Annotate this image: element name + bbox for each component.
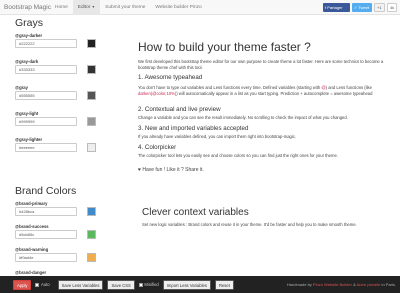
var-input[interactable]: #222222 bbox=[15, 39, 77, 48]
nav-submit-theme[interactable]: Submit your theme bbox=[100, 0, 150, 15]
nav-home[interactable]: Home bbox=[50, 0, 73, 15]
page-title: How to build your theme faster ? bbox=[138, 40, 311, 54]
text-part: You don't have to type out variables and… bbox=[138, 85, 322, 90]
nav-editor[interactable]: Editor ▼ bbox=[72, 0, 101, 15]
apply-button[interactable]: Apply bbox=[13, 279, 32, 290]
var-input[interactable]: #5cb85c bbox=[15, 230, 77, 239]
autre-planete-link[interactable]: Autre planète bbox=[357, 282, 381, 287]
facebook-share-button[interactable]: f Partager bbox=[323, 3, 350, 12]
credits-text: Handmade by Pinzo Website Builder & Autr… bbox=[287, 282, 396, 287]
preview-text: Change a variable and you can see the re… bbox=[138, 115, 348, 120]
top-navbar: Bootstrap Magic Home Editor ▼ Submit you… bbox=[0, 0, 400, 15]
auto-label: Auto bbox=[40, 282, 50, 287]
color-swatch[interactable] bbox=[87, 253, 96, 262]
var-gray-dark: @gray-dark #333333 bbox=[15, 59, 96, 74]
var-label: @gray bbox=[15, 85, 28, 90]
brand-logo[interactable]: Bootstrap Magic bbox=[0, 4, 51, 11]
var-label: @gray-lighter bbox=[15, 137, 43, 142]
checkbox-box[interactable] bbox=[35, 282, 40, 287]
color-swatch[interactable] bbox=[87, 117, 96, 126]
variables-text: If you already have variables defined, y… bbox=[138, 134, 297, 139]
pinzo-link[interactable]: Pinzo Website Builder bbox=[313, 282, 352, 287]
facebook-icon: f bbox=[325, 5, 327, 10]
auto-checkbox[interactable]: Auto bbox=[35, 282, 50, 287]
bottom-toolbar: Apply Auto Save Less Variables Save CSS … bbox=[0, 276, 400, 293]
var-input[interactable]: #999999 bbox=[15, 117, 77, 126]
var-label: @gray-dark bbox=[15, 59, 39, 64]
var-input[interactable]: #428bca bbox=[15, 207, 77, 216]
section-heading-colorpicker: 4. Colorpicker bbox=[138, 144, 177, 151]
var-brand-success: @brand-success #5cb85c bbox=[15, 224, 96, 239]
var-label: @gray-light bbox=[15, 111, 39, 116]
var-label: @brand-primary bbox=[15, 201, 48, 206]
credits-suffix: in Paris. bbox=[380, 282, 396, 287]
section-heading-preview: 2. Contextual and live preview bbox=[138, 106, 221, 113]
import-less-button[interactable]: Import Less Variables bbox=[162, 279, 211, 290]
tweet-button[interactable]: ✓ Tweet bbox=[352, 3, 372, 12]
save-less-button[interactable]: Save Less Variables bbox=[57, 279, 104, 290]
twitter-icon: ✓ bbox=[354, 5, 358, 10]
social-buttons: f Partager ✓ Tweet +1 4k bbox=[323, 3, 397, 12]
color-swatch[interactable] bbox=[87, 65, 96, 74]
var-input[interactable]: #f0ad4e bbox=[15, 253, 77, 262]
credits-prefix: Handmade by bbox=[286, 282, 313, 287]
var-gray-lighter: @gray-lighter #eeeeee bbox=[15, 137, 96, 152]
color-swatch[interactable] bbox=[87, 91, 96, 100]
var-gray-darker: @gray-darker #222222 bbox=[15, 33, 96, 48]
minified-checkbox[interactable]: Minified bbox=[138, 282, 159, 287]
intro-text: We first developed this bootstrap theme … bbox=[138, 59, 384, 70]
var-label: @gray-darker bbox=[15, 33, 43, 38]
minified-label: Minified bbox=[144, 282, 159, 287]
typeahead-text: You don't have to type out variables and… bbox=[138, 85, 396, 97]
var-label: @brand-danger bbox=[15, 270, 47, 275]
var-label: @brand-success bbox=[15, 224, 49, 229]
facebook-label: Partager bbox=[327, 5, 343, 10]
var-input[interactable]: #333333 bbox=[15, 65, 77, 74]
var-gray-light: @gray-light #999999 bbox=[15, 111, 96, 126]
code-darken: darken(@color,10%) bbox=[138, 91, 177, 96]
var-gray: @gray #555555 bbox=[15, 85, 96, 100]
text-part: ) and Less functions (like bbox=[325, 85, 372, 90]
text-part: ) will autocomatically appear in a list … bbox=[176, 91, 373, 96]
color-swatch[interactable] bbox=[87, 143, 96, 152]
checkbox-box[interactable] bbox=[138, 282, 143, 287]
nav-menu: Home Editor ▼ Submit your theme Website … bbox=[50, 0, 207, 15]
save-css-button[interactable]: Save CSS bbox=[107, 279, 135, 290]
var-brand-warning: @brand-warning #f0ad4e bbox=[15, 247, 96, 262]
share-count: 4k bbox=[387, 3, 397, 12]
tweet-label: Tweet bbox=[358, 5, 370, 10]
var-brand-primary: @brand-primary #428bca bbox=[15, 201, 96, 216]
nav-editor-label: Editor bbox=[77, 4, 91, 10]
color-swatch[interactable] bbox=[87, 39, 96, 48]
nav-website-builder[interactable]: Website builder Pinzo bbox=[150, 0, 206, 15]
color-swatch[interactable] bbox=[87, 230, 96, 239]
var-label: @brand-warning bbox=[15, 247, 49, 252]
section-heading-typeahead: 1. Awesome typeahead bbox=[138, 74, 203, 81]
var-input[interactable]: #555555 bbox=[15, 91, 77, 100]
colorpicker-text: The colorpicker tool lets you easily see… bbox=[138, 153, 338, 158]
section2-text: Set new logic variables : Brand colors a… bbox=[142, 222, 357, 227]
section2-title: Clever context variables bbox=[142, 207, 249, 218]
grays-title: Grays bbox=[15, 17, 44, 29]
gplus-button[interactable]: +1 bbox=[374, 3, 385, 12]
chevron-down-icon: ▼ bbox=[91, 4, 96, 9]
color-swatch[interactable] bbox=[87, 207, 96, 216]
share-text: ♥ Have fun ! Like it ? Share it. bbox=[138, 167, 204, 173]
reset-button[interactable]: Reset bbox=[214, 279, 234, 290]
brand-colors-title: Brand Colors bbox=[15, 185, 77, 197]
var-brand-danger: @brand-danger bbox=[15, 270, 46, 275]
section-heading-variables: 3. New and imported variables accepted bbox=[138, 125, 249, 132]
var-input[interactable]: #eeeeee bbox=[15, 143, 77, 152]
